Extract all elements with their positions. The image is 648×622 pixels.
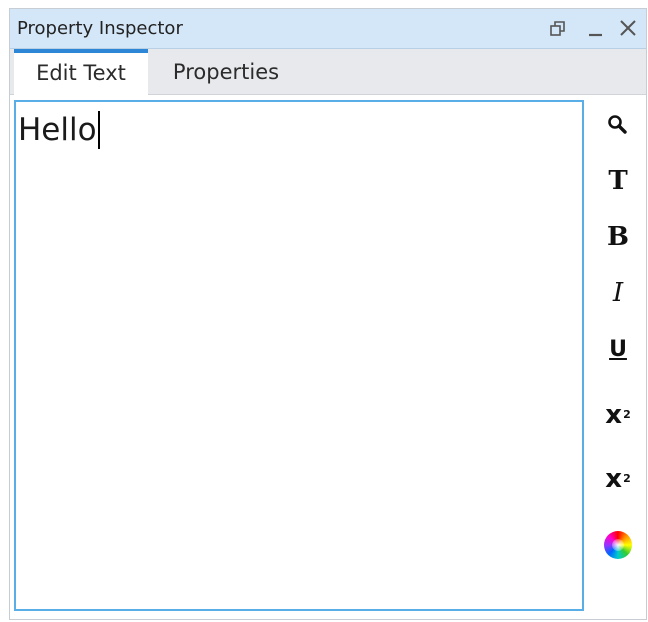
underline-button[interactable]: U	[596, 327, 640, 371]
close-icon	[620, 20, 636, 36]
restore-button[interactable]	[546, 17, 570, 41]
format-toolbar: T B I U x2 x2	[596, 101, 640, 581]
magnifier-icon	[608, 115, 627, 134]
tab-edit-text[interactable]: Edit Text	[14, 49, 148, 95]
text-caret	[97, 111, 100, 149]
bold-button[interactable]: B	[596, 215, 640, 259]
text-editor[interactable]: Hello	[14, 100, 584, 611]
color-wheel-icon	[604, 531, 632, 559]
subscript-base: x	[605, 464, 623, 494]
minimize-button[interactable]	[584, 17, 608, 41]
close-button[interactable]	[616, 17, 640, 41]
editor-content[interactable]: Hello	[18, 110, 100, 150]
superscript-button[interactable]: x2	[596, 393, 640, 437]
superscript-mark: 2	[623, 408, 631, 421]
editor-text: Hello	[18, 112, 97, 148]
font-button[interactable]: T	[596, 159, 640, 203]
italic-button[interactable]: I	[596, 271, 640, 315]
restore-icon	[550, 21, 565, 36]
superscript-base: x	[605, 400, 623, 430]
panel-title: Property Inspector	[17, 18, 183, 39]
tab-bar: Edit Text Properties	[10, 49, 646, 95]
tab-properties[interactable]: Properties	[152, 49, 300, 95]
search-button[interactable]	[596, 103, 640, 147]
property-inspector-panel: Property Inspector Edit Text Properties …	[9, 8, 647, 620]
subscript-mark: 2	[623, 472, 631, 485]
subscript-button[interactable]: x2	[596, 457, 640, 501]
text-color-button[interactable]	[596, 523, 640, 567]
title-bar[interactable]: Property Inspector	[10, 9, 646, 49]
minimize-icon	[589, 33, 602, 37]
